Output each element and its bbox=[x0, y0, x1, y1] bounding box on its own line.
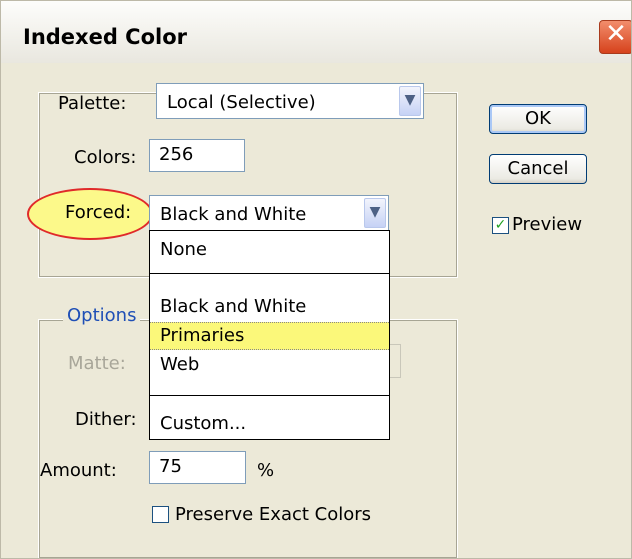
colors-field[interactable]: 256 bbox=[149, 139, 245, 172]
dropdown-separator bbox=[150, 273, 389, 274]
preview-label[interactable]: Preview bbox=[512, 214, 582, 235]
amount-label: Amount: bbox=[40, 460, 117, 481]
chevron-down-icon[interactable]: ▼ bbox=[399, 86, 421, 116]
preserve-checkbox[interactable] bbox=[152, 506, 169, 523]
check-icon: ✓ bbox=[494, 217, 507, 233]
dropdown-option-none[interactable]: None bbox=[150, 236, 389, 264]
preview-checkbox[interactable]: ✓ bbox=[492, 217, 509, 234]
amount-field[interactable]: 75 bbox=[149, 451, 246, 484]
title-bar: Indexed Color ✕ bbox=[1, 1, 631, 63]
dialog-title: Indexed Color bbox=[23, 25, 187, 49]
options-legend: Options bbox=[63, 305, 141, 326]
forced-dropdown-list: None Black and White Primaries Web Custo… bbox=[149, 230, 390, 440]
close-icon: ✕ bbox=[605, 19, 627, 49]
chevron-down-icon[interactable]: ▼ bbox=[364, 198, 386, 228]
dropdown-option-primaries[interactable]: Primaries bbox=[150, 322, 389, 350]
preserve-label[interactable]: Preserve Exact Colors bbox=[175, 504, 371, 525]
dropdown-option-web[interactable]: Web bbox=[150, 351, 389, 379]
palette-select-value: Local (Selective) bbox=[167, 92, 316, 113]
cancel-button[interactable]: Cancel bbox=[489, 154, 587, 184]
palette-select[interactable]: Local (Selective) ▼ bbox=[156, 83, 424, 119]
dropdown-separator bbox=[150, 395, 389, 396]
matte-label: Matte: bbox=[68, 353, 126, 374]
indexed-color-dialog: Indexed Color ✕ Palette: Local (Selectiv… bbox=[0, 0, 632, 559]
palette-label: Palette: bbox=[58, 93, 127, 114]
forced-select-value: Black and White bbox=[160, 204, 307, 225]
colors-label: Colors: bbox=[74, 147, 137, 168]
ok-button[interactable]: OK bbox=[489, 104, 587, 134]
forced-select[interactable]: Black and White ▼ bbox=[149, 195, 389, 231]
amount-unit: % bbox=[257, 460, 275, 481]
dropdown-option-custom[interactable]: Custom... bbox=[150, 410, 389, 438]
forced-label: Forced: bbox=[65, 202, 132, 223]
close-button[interactable]: ✕ bbox=[599, 19, 631, 54]
dither-label: Dither: bbox=[75, 409, 137, 430]
dropdown-option-black-and-white[interactable]: Black and White bbox=[150, 293, 389, 321]
